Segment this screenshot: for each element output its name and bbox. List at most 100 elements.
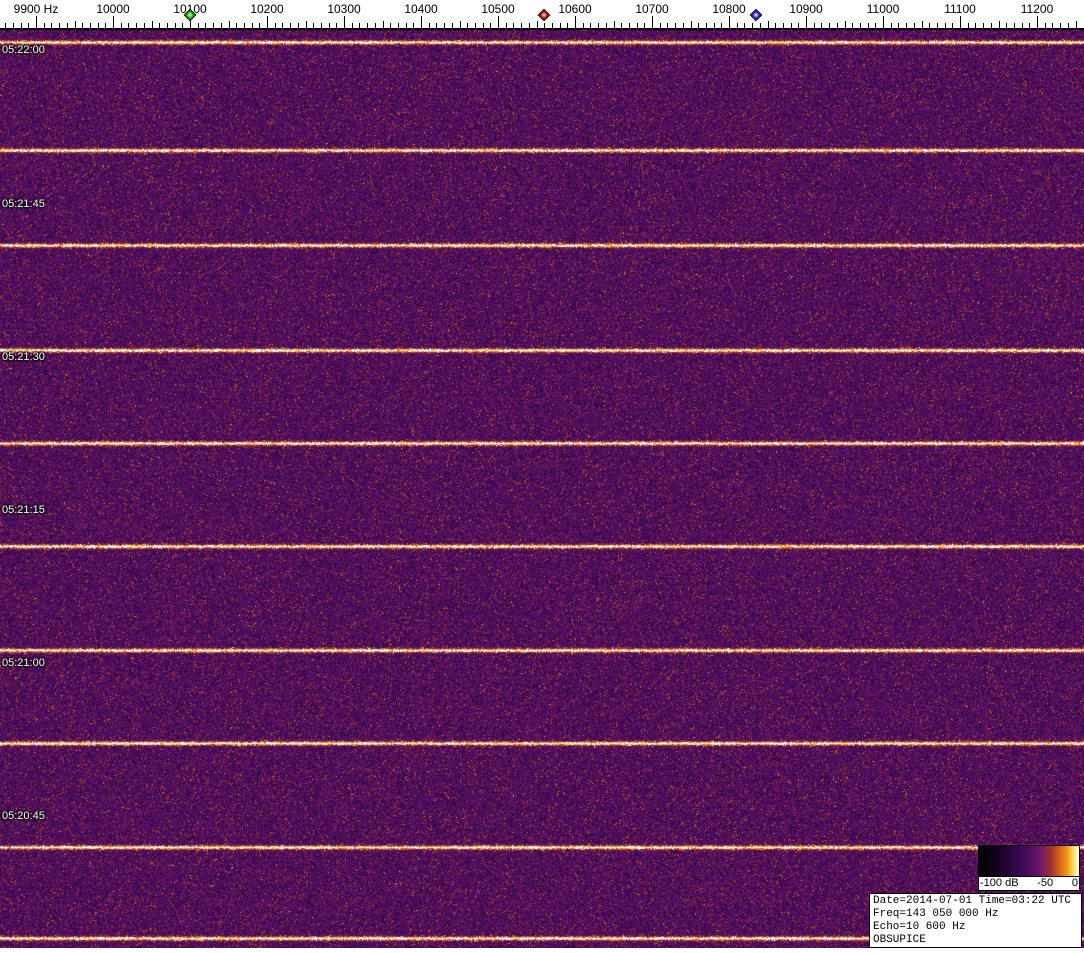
freq-tick	[952, 23, 953, 28]
freq-label: 10200	[250, 2, 283, 16]
freq-tick	[583, 23, 584, 28]
freq-tick	[691, 21, 692, 28]
freq-tick	[737, 23, 738, 28]
freq-tick	[1022, 23, 1023, 28]
freq-tick	[560, 23, 561, 28]
freq-tick	[490, 23, 491, 28]
freq-tick	[175, 23, 176, 28]
freq-label: 9900 Hz	[14, 2, 59, 16]
freq-tick	[413, 23, 414, 28]
freq-tick	[1076, 21, 1077, 28]
freq-tick	[760, 23, 761, 28]
info-box: Date=2014-07-01 Time=03:22 UTC Freq=143 0…	[869, 893, 1082, 948]
freq-tick	[652, 16, 653, 28]
freq-tick	[144, 23, 145, 28]
freq-label: 10700	[635, 2, 668, 16]
freq-tick	[429, 23, 430, 28]
time-label: 05:21:00	[2, 657, 45, 669]
freq-tick	[529, 23, 530, 28]
freq-tick	[629, 23, 630, 28]
freq-tick	[59, 23, 60, 28]
freq-tick	[344, 16, 345, 28]
time-label: 05:21:30	[2, 351, 45, 363]
freq-tick	[614, 21, 615, 28]
freq-tick	[798, 23, 799, 28]
spectrogram-area[interactable]: 05:22:00 05:21:45 05:21:30 05:21:15 05:21:00…	[0, 30, 1084, 948]
freq-tick	[621, 23, 622, 28]
freq-tick	[644, 23, 645, 28]
freq-tick	[121, 23, 122, 28]
colorbar-label-mid: -50	[1037, 877, 1053, 889]
blue-marker-diamond-icon[interactable]	[750, 9, 763, 22]
freq-tick	[1045, 23, 1046, 28]
freq-tick	[267, 16, 268, 28]
freq-tick	[367, 23, 368, 28]
freq-tick	[898, 23, 899, 28]
freq-tick	[945, 23, 946, 28]
freq-tick	[82, 23, 83, 28]
freq-label: 10900	[789, 2, 822, 16]
freq-tick	[167, 23, 168, 28]
freq-tick	[775, 23, 776, 28]
freq-tick	[922, 21, 923, 28]
freq-tick	[483, 23, 484, 28]
freq-label: 11000	[867, 2, 899, 16]
freq-tick	[744, 23, 745, 28]
freq-tick	[814, 23, 815, 28]
time-label: 05:22:00	[2, 44, 45, 56]
spectrogram-canvas[interactable]	[0, 30, 1084, 948]
freq-tick	[28, 23, 29, 28]
freq-tick	[706, 23, 707, 28]
freq-tick	[329, 23, 330, 28]
time-label: 05:20:45	[2, 810, 45, 822]
freq-label: 11200	[1021, 2, 1053, 16]
freq-tick	[75, 21, 76, 28]
freq-tick	[98, 23, 99, 28]
info-line: Freq=143 050 000 Hz	[873, 908, 1078, 921]
freq-tick	[1052, 23, 1053, 28]
spectrogram-app-window: 9900 Hz100001010010200103001040010500106…	[0, 0, 1084, 953]
freq-tick	[906, 23, 907, 28]
freq-tick	[806, 16, 807, 28]
freq-tick	[683, 23, 684, 28]
freq-tick	[398, 23, 399, 28]
freq-tick	[236, 23, 237, 28]
red-marker-diamond-icon[interactable]	[538, 9, 551, 22]
freq-tick	[729, 16, 730, 28]
colorbar-label-min: -100 dB	[980, 877, 1019, 889]
freq-label: 10800	[712, 2, 745, 16]
freq-tick	[436, 23, 437, 28]
freq-tick	[991, 23, 992, 28]
freq-tick	[567, 23, 568, 28]
freq-tick	[1037, 16, 1038, 28]
freq-tick	[298, 23, 299, 28]
freq-tick	[36, 16, 37, 28]
freq-tick	[837, 23, 838, 28]
freq-tick	[336, 23, 337, 28]
bottom-margin	[0, 948, 1084, 953]
freq-tick	[498, 16, 499, 28]
freq-tick	[868, 23, 869, 28]
freq-tick	[406, 23, 407, 28]
freq-tick	[383, 21, 384, 28]
time-label: 05:21:45	[2, 198, 45, 210]
freq-tick	[352, 23, 353, 28]
freq-tick	[152, 21, 153, 28]
freq-tick	[390, 23, 391, 28]
freq-tick	[359, 23, 360, 28]
freq-tick	[421, 16, 422, 28]
freq-tick	[960, 16, 961, 28]
freq-tick	[275, 23, 276, 28]
freq-label: 10500	[481, 2, 514, 16]
freq-tick	[182, 23, 183, 28]
frequency-ruler[interactable]: 9900 Hz100001010010200103001040010500106…	[0, 0, 1084, 30]
freq-tick	[637, 23, 638, 28]
freq-tick	[606, 23, 607, 28]
freq-tick	[213, 23, 214, 28]
freq-tick	[67, 23, 68, 28]
colorbar: -100 dB -50 0	[978, 845, 1080, 891]
freq-tick	[537, 21, 538, 28]
freq-label: 10000	[96, 2, 129, 16]
freq-tick	[259, 23, 260, 28]
freq-tick	[21, 23, 22, 28]
